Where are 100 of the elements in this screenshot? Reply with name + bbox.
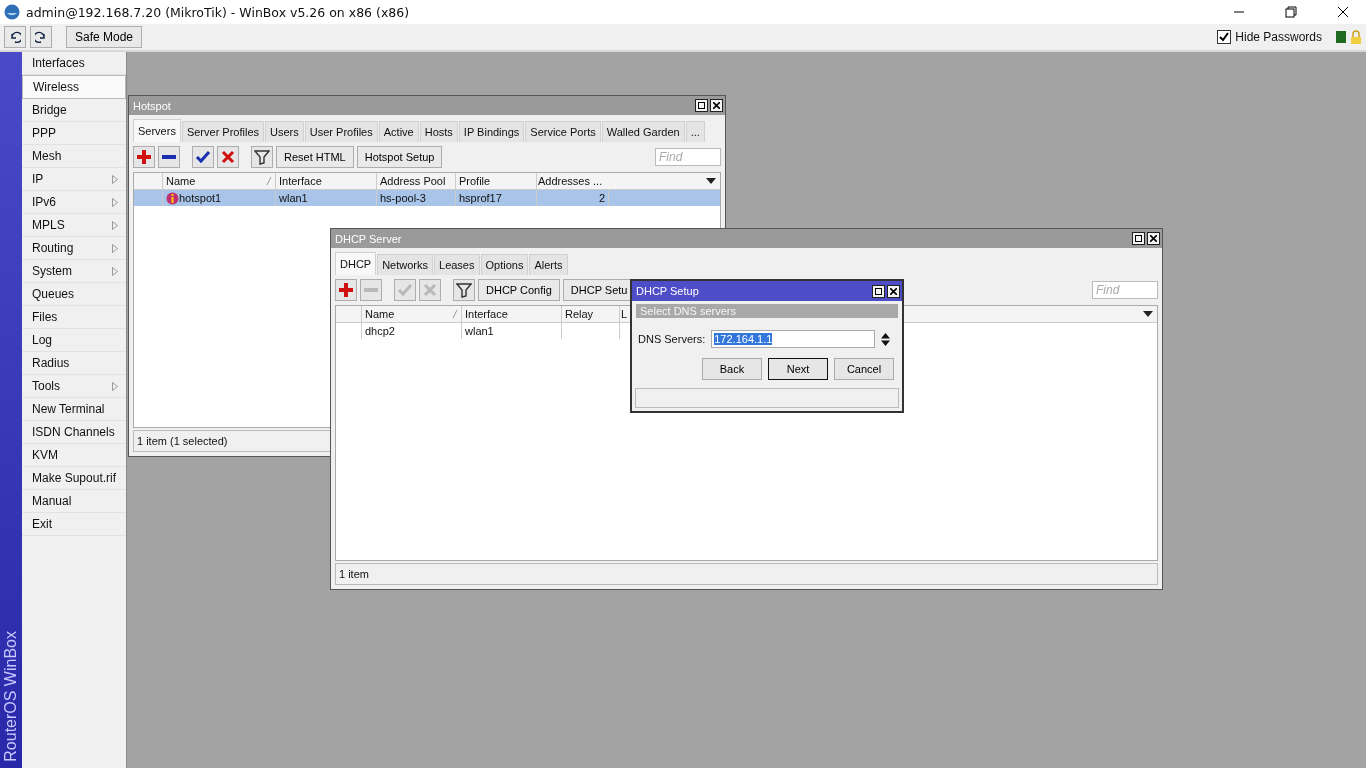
step-heading: Select DNS servers xyxy=(636,304,898,318)
menu-item[interactable]: Manual xyxy=(22,490,126,513)
table-cell: hsprof17 xyxy=(459,192,502,204)
menu-item[interactable]: Bridge xyxy=(22,99,126,122)
dns-servers-field[interactable]: 172.164.1.1 xyxy=(711,330,876,348)
cross-icon xyxy=(220,149,236,165)
submenu-arrow-icon xyxy=(112,197,118,207)
menu-item[interactable]: Tools xyxy=(22,375,126,398)
toolbar-button[interactable]: Reset HTML xyxy=(276,146,354,168)
spinner-icon[interactable] xyxy=(881,332,891,346)
table-row[interactable]: hotspot1 wlan1 hs-pool-3 hsprof17 2 xyxy=(134,190,720,206)
toolbar-button[interactable] xyxy=(158,146,180,168)
menu-item[interactable]: ISDN Channels xyxy=(22,421,126,444)
table-cell: wlan1 xyxy=(465,325,494,337)
tab[interactable]: Alerts xyxy=(529,254,568,275)
status-square-icon xyxy=(1336,31,1346,43)
menu-item[interactable]: Mesh xyxy=(22,145,126,168)
submenu-arrow-icon xyxy=(112,381,118,391)
tab[interactable]: User Profiles xyxy=(304,121,378,142)
column-header[interactable]: Profile xyxy=(456,173,537,189)
toolbar-button[interactable] xyxy=(133,146,155,168)
dialog-button[interactable]: Back xyxy=(702,358,762,380)
maximize-button[interactable] xyxy=(1132,232,1145,245)
menu-item[interactable]: Log xyxy=(22,329,126,352)
menu-item[interactable]: New Terminal xyxy=(22,398,126,421)
checkbox[interactable] xyxy=(1217,30,1232,44)
undo-icon xyxy=(9,31,21,43)
close-icon xyxy=(1150,235,1157,242)
tab[interactable]: Servers xyxy=(133,119,181,142)
tab[interactable]: Leases xyxy=(434,254,480,275)
menu-item[interactable]: Files xyxy=(22,306,126,329)
dialog-button[interactable]: Next xyxy=(768,358,828,380)
find-field[interactable]: Find xyxy=(655,148,721,166)
tab[interactable]: Service Ports xyxy=(525,121,601,142)
tab[interactable]: Networks xyxy=(377,254,433,275)
menu-item[interactable]: IP xyxy=(22,168,126,191)
tab[interactable]: Walled Garden xyxy=(601,121,685,142)
menu-item[interactable]: Make Supout.rif xyxy=(22,467,126,490)
menu-item[interactable]: Exit xyxy=(22,513,126,536)
redo-button[interactable] xyxy=(30,26,52,48)
tab[interactable]: Active xyxy=(378,121,419,142)
maximize-button[interactable] xyxy=(695,99,708,112)
menu-item[interactable]: KVM xyxy=(22,444,126,467)
dropdown-icon[interactable] xyxy=(1143,311,1153,317)
sort-icon xyxy=(266,177,272,185)
toolbar-button[interactable] xyxy=(217,146,239,168)
submenu-arrow-icon xyxy=(112,266,118,276)
table-cell: hotspot1 xyxy=(179,192,222,204)
sort-icon xyxy=(452,310,458,318)
toolbar-button[interactable]: Hotspot Setup xyxy=(356,146,443,168)
app-title: admin@192.168.7.20 (MikroTik) - WinBox v5.26 on x86 (x86) xyxy=(26,4,410,20)
window-title: Hotspot xyxy=(133,99,172,112)
toolbar-button[interactable] xyxy=(192,146,214,168)
close-button[interactable] xyxy=(887,284,900,298)
menu-item[interactable]: Radius xyxy=(22,352,126,375)
close-icon xyxy=(713,102,720,109)
column-header[interactable]: Interface xyxy=(276,173,377,189)
tab[interactable]: IP Bindings xyxy=(458,121,525,142)
table-cell: 2 xyxy=(598,192,605,204)
check-icon xyxy=(397,282,413,298)
tab[interactable]: DHCP xyxy=(335,252,377,275)
menu-item[interactable]: PPP xyxy=(22,122,126,145)
tab[interactable]: Options xyxy=(480,254,529,275)
table-cell: hs-pool-3 xyxy=(380,192,426,204)
toolbar-button[interactable] xyxy=(453,279,475,301)
safe-mode-button[interactable]: Safe Mode xyxy=(66,26,143,48)
close-button[interactable] xyxy=(1147,232,1160,245)
dialog-button[interactable]: Cancel xyxy=(834,358,894,380)
maximize-icon xyxy=(698,102,705,109)
tab[interactable]: Hosts xyxy=(419,121,458,142)
toolbar-button[interactable]: DHCP Config xyxy=(478,279,560,301)
toolbar-button[interactable] xyxy=(251,146,273,168)
menu-item[interactable]: IPv6 xyxy=(22,191,126,214)
add-icon xyxy=(136,149,152,165)
menu-item[interactable]: MPLS xyxy=(22,214,126,237)
menu-item[interactable]: Queues xyxy=(22,283,126,306)
menu-item[interactable]: Routing xyxy=(22,237,126,260)
column-header[interactable]: Name xyxy=(163,173,276,189)
menu-item[interactable]: System xyxy=(22,260,126,283)
status-text: 1 item (1 selected) xyxy=(137,435,228,447)
checkbox-label: Hide Passwords xyxy=(1235,30,1322,44)
close-button[interactable] xyxy=(710,99,723,112)
toolbar-button[interactable] xyxy=(335,279,357,301)
tab[interactable]: ... xyxy=(685,121,705,142)
add-icon xyxy=(338,282,354,298)
tab[interactable]: Users xyxy=(265,121,304,142)
column-header[interactable]: Interface xyxy=(462,306,562,322)
submenu-arrow-icon xyxy=(112,243,118,253)
undo-button[interactable] xyxy=(4,26,26,48)
column-header[interactable]: Name xyxy=(362,306,462,322)
menu-item[interactable]: Wireless xyxy=(22,75,126,99)
column-header[interactable]: Address Pool xyxy=(377,173,456,189)
find-field[interactable]: Find xyxy=(1092,281,1158,299)
tab[interactable]: Server Profiles xyxy=(181,121,265,142)
maximize-button[interactable] xyxy=(872,284,885,298)
table-cell: wlan1 xyxy=(279,192,308,204)
lock-icon xyxy=(1350,30,1362,44)
dropdown-icon[interactable] xyxy=(706,178,716,184)
column-header[interactable]: Relay xyxy=(562,306,620,322)
column-header[interactable]: Addresses ... xyxy=(537,173,609,189)
